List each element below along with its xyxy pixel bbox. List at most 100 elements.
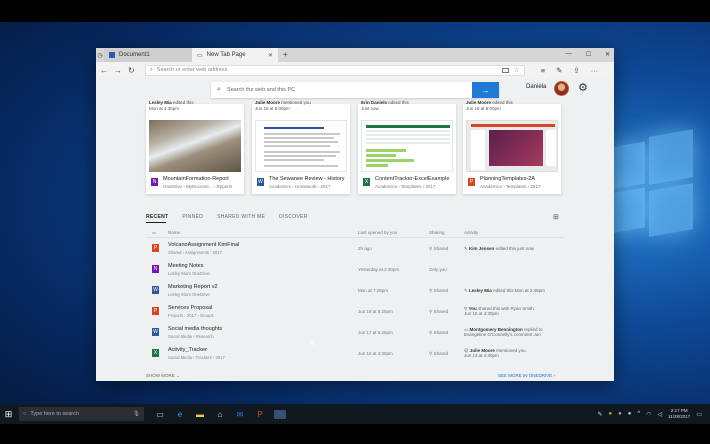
active-tab-underline: [146, 222, 166, 223]
pen-icon[interactable]: ✎: [598, 411, 603, 418]
edit-icon: ✎: [464, 246, 468, 251]
tab-history-icon[interactable]: ◷: [96, 48, 104, 62]
powerpoint-icon: P: [152, 307, 159, 315]
tab-recent[interactable]: RECENT: [146, 214, 168, 220]
show-more-link[interactable]: SHOW MORE ⌄: [146, 373, 180, 379]
tab-new-tab-page[interactable]: ▭ New Tab Page ✕: [192, 48, 278, 62]
tab-discover[interactable]: DISCOVER: [279, 214, 308, 220]
file-thumbnail: [361, 120, 453, 172]
powerpoint-taskbar-icon[interactable]: P: [254, 410, 266, 419]
onenote-icon: N: [151, 178, 158, 186]
edge-icon[interactable]: e: [174, 410, 186, 419]
powerpoint-icon: P: [152, 244, 159, 252]
file-thumbnail: [255, 120, 347, 172]
powerpoint-icon: P: [468, 178, 475, 186]
share-icon: ⚲: [429, 309, 433, 314]
taskbar-apps: ▭ e ▬ ⌂ ✉ P W: [154, 409, 286, 419]
word-icon: W: [152, 328, 159, 336]
task-view-icon[interactable]: ▭: [154, 410, 166, 419]
share-icon: ⚲: [429, 288, 433, 293]
search-icon: ⌕: [149, 66, 153, 73]
table-row[interactable]: W Marketing Report v2 Lesley Mia's OneDr…: [146, 281, 564, 301]
file-type-icon: ▭: [152, 230, 157, 235]
reading-view-icon[interactable]: [502, 67, 510, 73]
table-row[interactable]: P VolcanoAssignment KimFinal Shared › As…: [146, 239, 564, 259]
volume-icon[interactable]: ◁: [658, 411, 663, 418]
clock[interactable]: 2:17 PM 11/28/2017: [668, 408, 690, 420]
recent-file-card[interactable]: Lesley Mia edited this Mon at 4:30pm N Mo…: [146, 100, 244, 194]
tab-pinned[interactable]: PINNED: [182, 214, 203, 220]
bottom-letterbox: [0, 424, 710, 444]
new-tab-icon: ▭: [197, 52, 203, 59]
search-go-button[interactable]: →: [472, 82, 499, 98]
word-taskbar-icon[interactable]: W: [274, 409, 286, 419]
cortana-icon: ○: [23, 411, 27, 417]
share-icon: ⚲: [429, 351, 433, 356]
excel-icon: X: [363, 178, 370, 186]
store-icon[interactable]: ⌂: [214, 410, 226, 419]
file-explorer-icon[interactable]: ▬: [194, 410, 206, 419]
recent-file-card[interactable]: Julie Moore mentioned you Jun 18 at 6:00p…: [252, 100, 350, 194]
onenote-icon: N: [152, 265, 159, 273]
address-bar[interactable]: ⌕ Search or enter web address ☆: [144, 64, 525, 76]
new-tab-button[interactable]: +: [278, 48, 293, 62]
recent-file-card[interactable]: Julie Moore edited this Jun 18 at 6:00pm …: [463, 100, 561, 194]
share-icon: ⚲: [429, 246, 433, 251]
mail-icon[interactable]: ✉: [234, 410, 246, 419]
navigation-bar: ← → ↻ ⌕ Search or enter web address ☆ ≡ …: [96, 62, 614, 78]
close-tab-icon[interactable]: ✕: [268, 52, 273, 59]
close-window-icon[interactable]: ✕: [605, 51, 610, 58]
desktop: ◷ Document1 ▭ New Tab Page ✕ + — ☐ ✕ ← →…: [0, 0, 710, 444]
taskbar-search-box[interactable]: ○ Type here to search 🎙: [19, 407, 144, 421]
search-icon: ⌕: [217, 86, 221, 93]
mouse-cursor: ↖: [310, 341, 316, 348]
chevron-down-icon: ⌄: [176, 373, 180, 378]
notes-icon[interactable]: ✎: [556, 66, 562, 75]
app-tray-icon[interactable]: ●: [628, 411, 632, 417]
table-row[interactable]: W Social media thoughts Social Media › R…: [146, 323, 564, 343]
minimize-icon[interactable]: —: [566, 51, 572, 58]
forward-icon[interactable]: →: [114, 66, 122, 75]
see-more-onedrive-link[interactable]: SEE MORE IN ONEDRIVE ›: [498, 373, 555, 378]
recent-file-card[interactable]: Erin Daniels edited this Just now X Conte…: [358, 100, 456, 194]
arrow-right-icon: →: [481, 85, 490, 95]
notifications-icon[interactable]: ▭: [696, 411, 702, 418]
maximize-icon[interactable]: ☐: [586, 51, 591, 58]
new-tab-page: ⌕ Search the web and this PC → Daniela ⚙…: [96, 78, 614, 381]
back-icon[interactable]: ←: [100, 66, 108, 75]
table-row[interactable]: X Activity_Tracker Social Media › Tracke…: [146, 344, 564, 364]
excel-icon: X: [152, 349, 159, 357]
window-controls: — ☐ ✕: [566, 51, 610, 58]
share-icon[interactable]: ⇪: [573, 66, 579, 75]
table-row[interactable]: P Services Proposal Projects › 2017 › Gr…: [146, 302, 564, 322]
gear-icon[interactable]: ⚙: [578, 81, 588, 94]
edit-icon: ✎: [464, 288, 468, 293]
wifi-icon[interactable]: ◠: [646, 411, 651, 418]
grid-icon[interactable]: ⊞: [553, 213, 559, 221]
tab-document1[interactable]: Document1: [104, 48, 192, 62]
favorite-star-icon[interactable]: ☆: [513, 66, 519, 74]
file-filter-tabs: RECENT PINNED SHARED WITH ME DISCOVER: [146, 214, 308, 223]
word-icon: W: [152, 286, 159, 294]
more-icon[interactable]: ···: [591, 66, 599, 75]
file-thumbnail: [466, 120, 558, 172]
refresh-icon[interactable]: ↻: [128, 66, 135, 75]
share-icon: ⚲: [429, 330, 433, 335]
hub-icon[interactable]: ≡: [541, 66, 545, 75]
tab-shared-with-me[interactable]: SHARED WITH ME: [217, 214, 265, 220]
chevron-right-icon: ›: [553, 373, 556, 378]
tab-strip: ◷ Document1 ▭ New Tab Page ✕ + — ☐ ✕: [96, 48, 614, 62]
people-icon[interactable]: ●: [609, 411, 613, 417]
microphone-icon[interactable]: 🎙: [133, 411, 140, 417]
table-row[interactable]: N Meeting Notes Lesley Mia's OneDrive Ye…: [146, 260, 564, 280]
system-tray: ✎ ● ● ● ^ ◠ ◁ 2:17 PM 11/28/2017 ▭: [598, 404, 702, 424]
web-search-box[interactable]: ⌕ Search the web and this PC →: [211, 82, 499, 98]
user-name[interactable]: Daniela: [526, 84, 546, 90]
avatar-tray-icon[interactable]: ●: [618, 411, 622, 417]
top-letterbox: [0, 0, 710, 22]
avatar[interactable]: [554, 81, 569, 96]
chevron-up-icon[interactable]: ^: [637, 411, 640, 417]
word-icon: [109, 52, 115, 58]
windows-icon[interactable]: ⊞: [0, 404, 17, 424]
edge-browser-window: ◷ Document1 ▭ New Tab Page ✕ + — ☐ ✕ ← →…: [96, 48, 614, 381]
